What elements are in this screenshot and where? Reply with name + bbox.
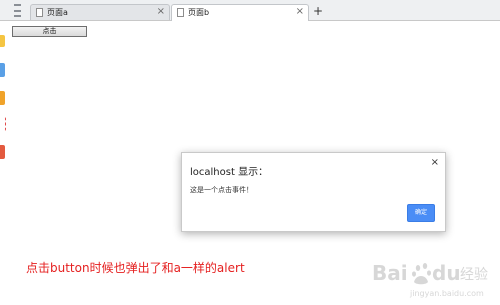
svg-text:Bai: Bai <box>372 261 408 285</box>
tab-bar: 页面a × 页面b × + <box>0 0 500 21</box>
svg-text:经验: 经验 <box>460 267 488 283</box>
history-icon[interactable] <box>0 91 5 105</box>
dialog-message: 这是一个点击事件！ <box>190 186 253 194</box>
svg-text:jingyan.baidu.com: jingyan.baidu.com <box>409 289 484 298</box>
tool-icon[interactable] <box>0 145 5 159</box>
ok-button[interactable]: 确定 <box>407 204 435 222</box>
click-button[interactable]: 点击 <box>12 26 87 37</box>
tab-title: 页面b <box>188 8 210 17</box>
browser-window: 页面a × 页面b × + 点击 localhost 显示： × 这是一个点击事… <box>0 0 500 305</box>
close-icon[interactable]: × <box>431 157 439 169</box>
close-icon[interactable]: × <box>157 6 165 18</box>
page-icon <box>36 8 43 17</box>
new-tab-button[interactable]: + <box>312 5 324 17</box>
close-icon[interactable]: × <box>296 6 304 18</box>
tab-list-icon[interactable] <box>10 4 24 17</box>
side-toolbar <box>0 21 7 305</box>
page-icon <box>177 8 184 17</box>
svg-text:du: du <box>432 261 461 285</box>
caption-text: 点击button时候也弹出了和a一样的alert <box>26 261 245 275</box>
baidu-watermark-logo: Bai du 经验 jingyan.baidu.com <box>372 261 488 298</box>
cut-icon[interactable] <box>0 117 6 131</box>
alert-dialog: localhost 显示： × 这是一个点击事件！ 确定 <box>181 152 446 232</box>
tab-page-b[interactable]: 页面b × <box>171 4 309 21</box>
tab-page-a[interactable]: 页面a × <box>30 4 170 20</box>
dialog-title: localhost 显示： <box>190 167 269 178</box>
favorites-icon[interactable] <box>0 35 5 47</box>
tab-title: 页面a <box>47 8 68 17</box>
folder-icon[interactable] <box>0 63 5 77</box>
